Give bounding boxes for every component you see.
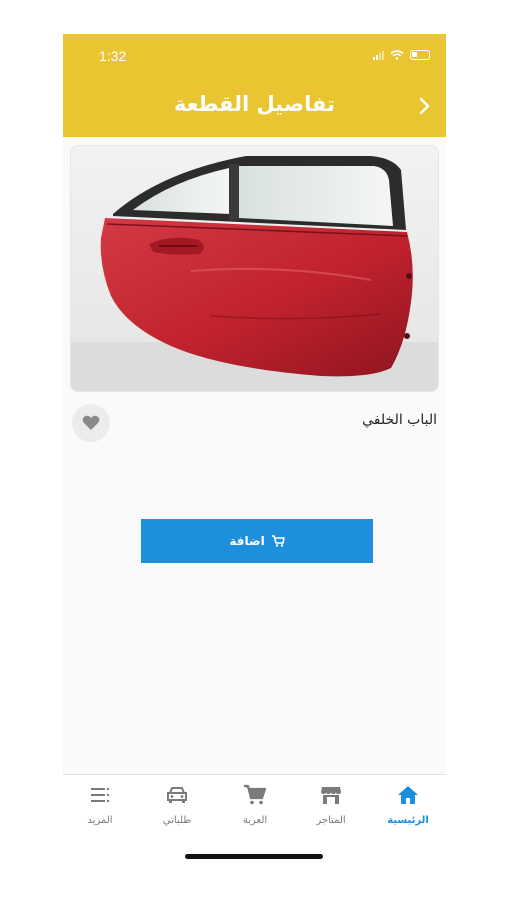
store-icon — [321, 787, 341, 804]
nav-label-cart: العربة — [242, 815, 268, 826]
nav-label-stores: المتاجر — [316, 815, 346, 826]
signal-icon — [373, 50, 384, 60]
battery-icon — [410, 50, 430, 60]
status-time: 1:32 — [99, 48, 127, 64]
car-icon — [167, 787, 187, 803]
nav-label-home: الرئيسية — [387, 815, 429, 826]
add-button-label: اضافة — [229, 534, 265, 548]
home-icon — [398, 786, 418, 804]
nav-item-home[interactable]: الرئيسية — [373, 783, 443, 826]
nav-item-cart[interactable]: العربة — [220, 783, 290, 826]
wifi-icon — [390, 50, 404, 60]
home-indicator — [185, 854, 323, 859]
heart-icon — [82, 415, 100, 430]
status-icons — [373, 50, 430, 60]
car-door-image — [71, 146, 438, 391]
nav-item-orders[interactable]: طلباتي — [142, 783, 212, 826]
nav-label-orders: طلباتي — [162, 815, 192, 826]
favorite-button[interactable] — [72, 404, 110, 442]
app-header: 1:32 تفاصيل القطعة — [63, 34, 446, 137]
back-chevron-icon[interactable] — [416, 96, 434, 116]
nav-item-stores[interactable]: المتاجر — [296, 783, 366, 826]
page-title: تفاصيل القطعة — [173, 92, 336, 116]
nav-item-more[interactable]: المزيد — [65, 783, 135, 826]
cart-icon — [271, 535, 285, 547]
part-name: الباب الخلفي — [362, 412, 437, 428]
nav-label-more: المزيد — [87, 815, 113, 826]
phone-screen: 1:32 تفاصيل القطعة الباب الخلفي اضافة ال… — [63, 34, 446, 868]
part-image — [70, 145, 439, 392]
menu-icon — [91, 787, 110, 803]
cart-icon — [244, 784, 267, 805]
add-to-cart-button[interactable]: اضافة — [141, 519, 373, 563]
